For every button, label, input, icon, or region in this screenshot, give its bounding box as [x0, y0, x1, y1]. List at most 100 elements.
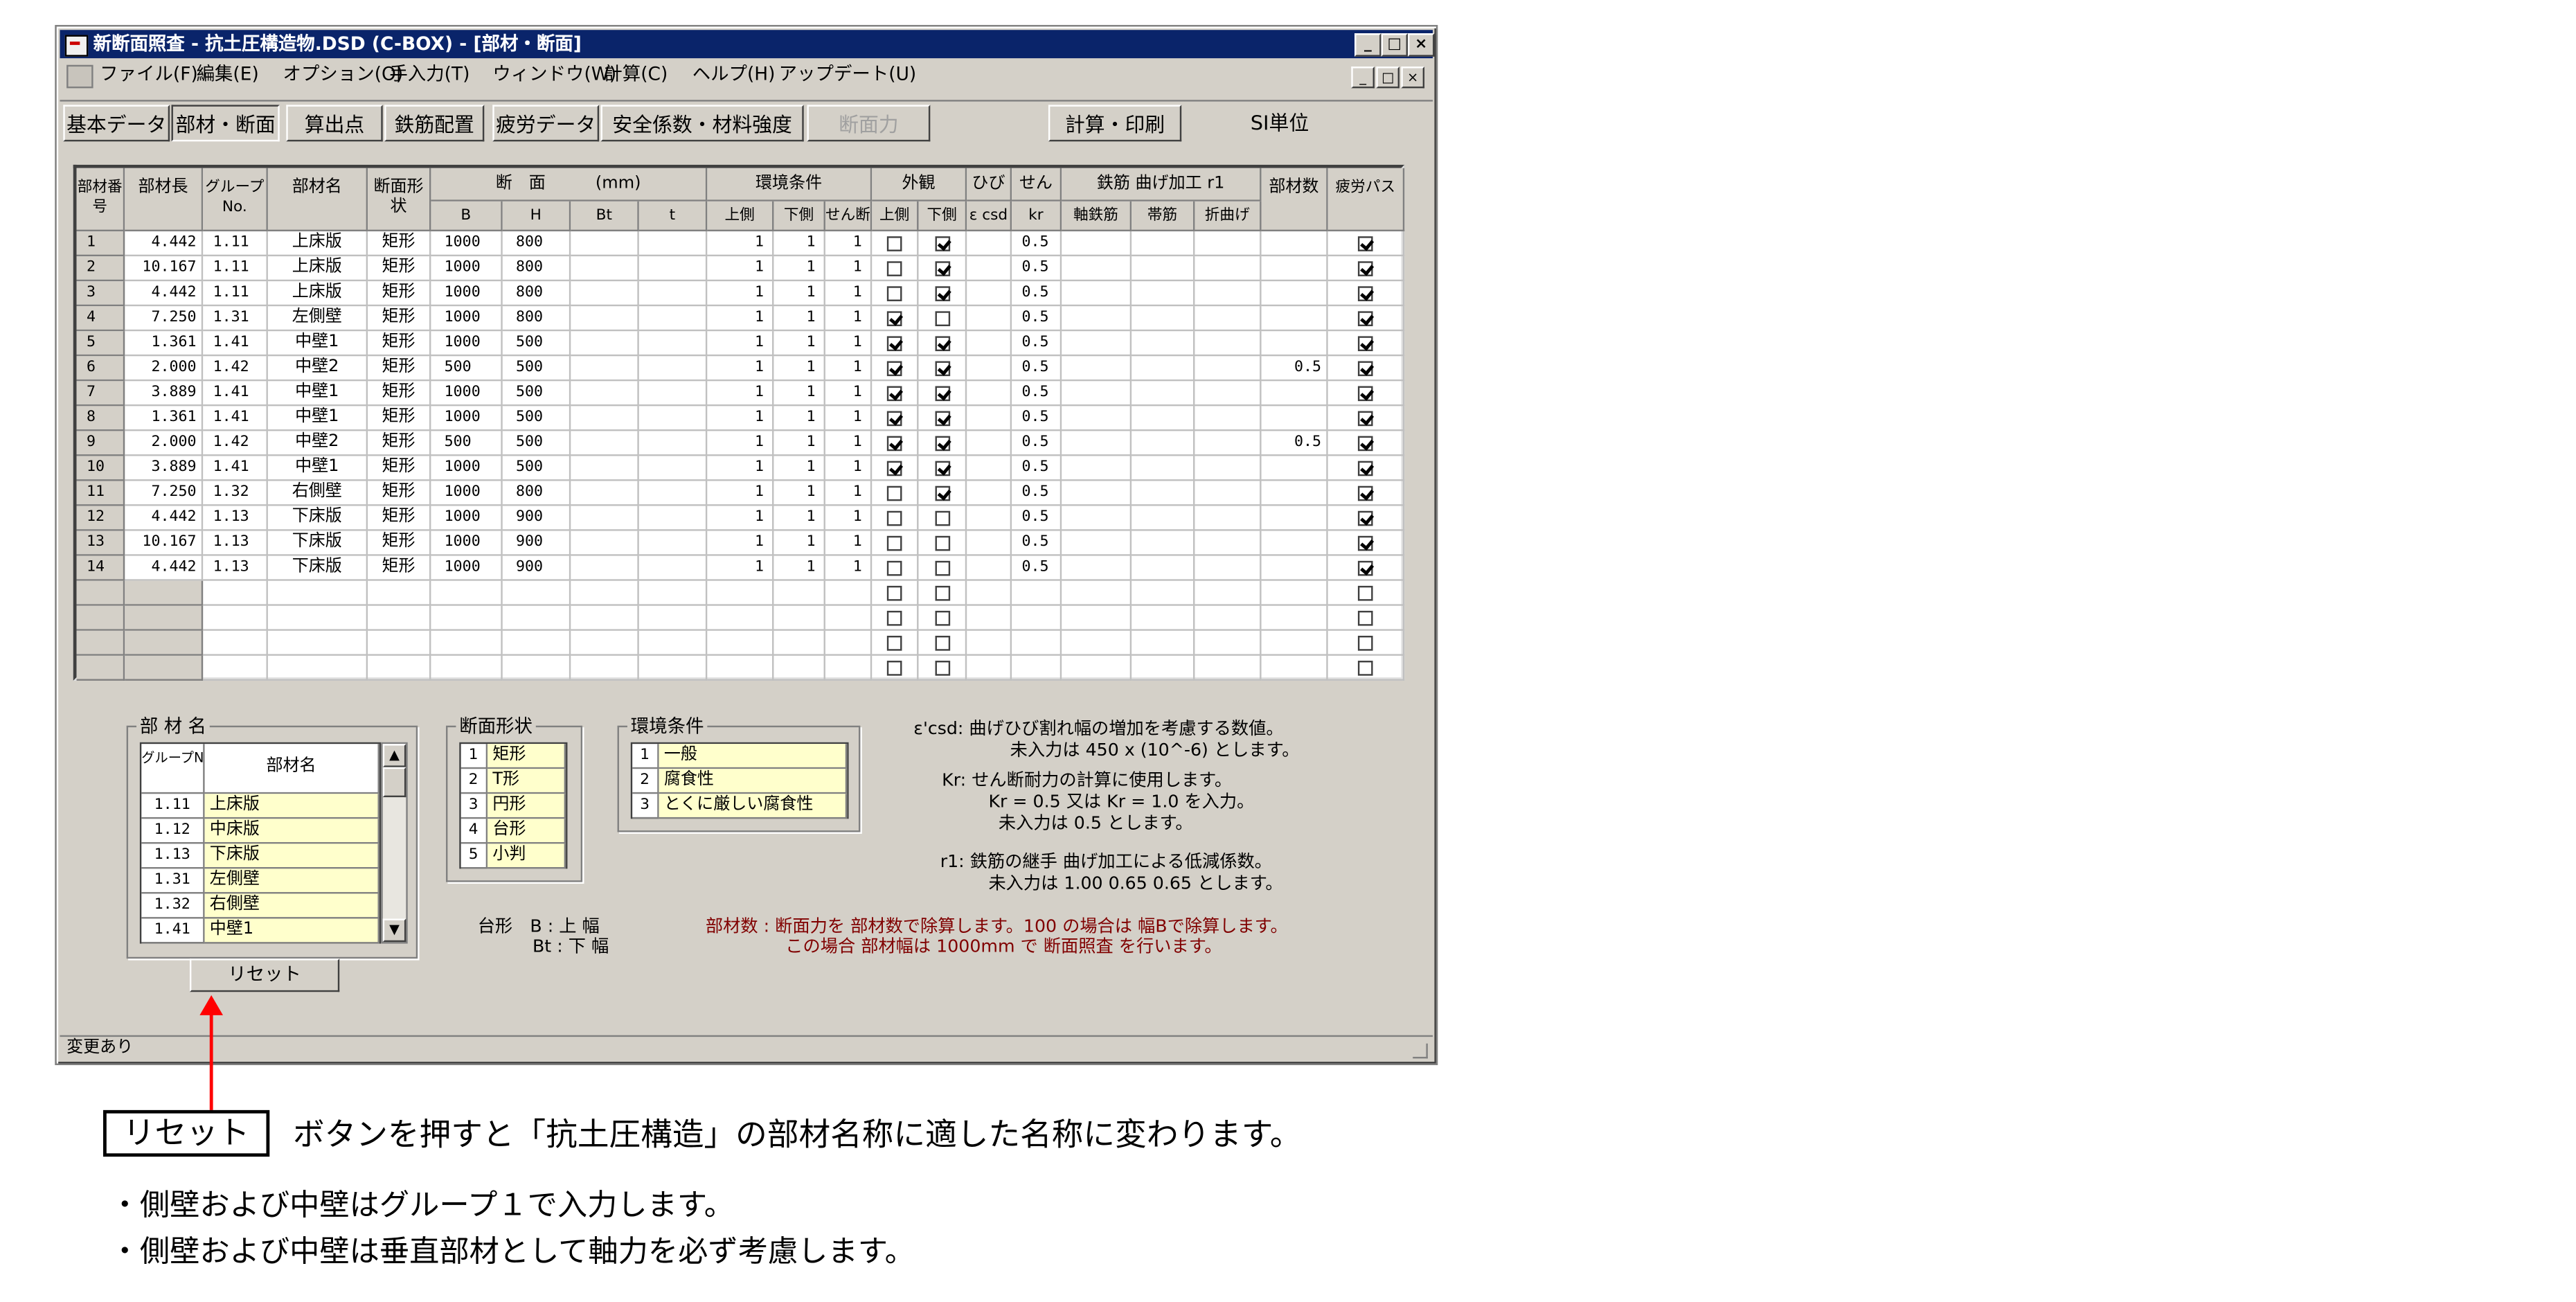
appearance-top-checkbox[interactable]	[886, 560, 902, 576]
fatigue-checkbox[interactable]	[1357, 336, 1373, 352]
table-cell[interactable]: 右側壁	[267, 481, 368, 506]
empty-cell[interactable]	[872, 630, 919, 656]
table-cell[interactable]: 上床版	[267, 281, 368, 307]
table-cell[interactable]: 中壁1	[267, 381, 368, 407]
empty-cell[interactable]	[502, 580, 571, 606]
table-cell[interactable]	[1062, 530, 1132, 556]
table-cell[interactable]: 中壁2	[267, 431, 368, 456]
table-cell[interactable]	[1327, 231, 1405, 257]
table-cell[interactable]	[571, 381, 639, 407]
table-cell[interactable]: 1	[825, 481, 873, 506]
empty-cell[interactable]	[1261, 580, 1328, 606]
table-cell[interactable]	[571, 456, 639, 481]
table-cell[interactable]: 1	[773, 456, 825, 481]
checkbox[interactable]	[886, 610, 902, 626]
table-cell[interactable]	[967, 456, 1012, 481]
table-cell[interactable]	[1327, 306, 1405, 332]
appearance-bottom-checkbox[interactable]	[935, 411, 951, 427]
table-cell[interactable]	[1327, 456, 1405, 481]
empty-cell[interactable]	[773, 655, 825, 681]
table-cell[interactable]	[638, 406, 708, 431]
table-cell[interactable]: 1.361	[125, 406, 204, 431]
appearance-bottom-checkbox[interactable]	[935, 236, 951, 251]
appearance-top-checkbox[interactable]	[886, 411, 902, 427]
table-cell[interactable]: 下床版	[267, 555, 368, 581]
table-cell[interactable]	[1195, 231, 1262, 257]
table-cell[interactable]: 1	[773, 481, 825, 506]
empty-cell[interactable]	[368, 580, 431, 606]
fatigue-checkbox[interactable]	[1357, 386, 1373, 402]
appearance-bottom-checkbox[interactable]	[935, 361, 951, 377]
table-cell[interactable]	[1261, 306, 1328, 332]
table-cell[interactable]	[872, 530, 919, 556]
table-cell[interactable]: 1	[707, 231, 774, 257]
table-cell[interactable]: 1	[773, 406, 825, 431]
table-cell[interactable]	[638, 381, 708, 407]
empty-cell[interactable]	[431, 655, 503, 681]
checkbox[interactable]	[935, 661, 951, 676]
empty-cell[interactable]	[918, 605, 967, 631]
table-cell[interactable]	[638, 306, 708, 332]
table-cell[interactable]: 1	[825, 231, 873, 257]
appearance-bottom-checkbox[interactable]	[935, 286, 951, 301]
table-cell[interactable]: 1	[825, 506, 873, 531]
table-cell[interactable]: 1	[707, 456, 774, 481]
table-cell[interactable]: 2.000	[125, 356, 204, 382]
menu-update[interactable]: アップデート(U)	[779, 60, 917, 90]
table-cell[interactable]: 1	[707, 555, 774, 581]
list-item-name[interactable]: 中壁1	[204, 918, 379, 944]
table-cell[interactable]: 1.31	[203, 306, 268, 332]
table-cell[interactable]	[638, 231, 708, 257]
table-cell[interactable]	[1132, 481, 1195, 506]
empty-cell[interactable]	[267, 630, 368, 656]
table-cell[interactable]	[872, 256, 919, 282]
table-cell[interactable]	[967, 431, 1012, 456]
empty-cell[interactable]	[267, 580, 368, 606]
table-cell[interactable]	[1132, 431, 1195, 456]
empty-cell[interactable]	[773, 580, 825, 606]
table-cell[interactable]	[918, 506, 967, 531]
table-cell[interactable]: 800	[502, 306, 571, 332]
list-item-group-no[interactable]: 1.32	[141, 893, 205, 919]
table-cell[interactable]: 左側壁	[267, 306, 368, 332]
table-cell[interactable]	[1195, 406, 1262, 431]
table-cell[interactable]	[1327, 381, 1405, 407]
table-cell[interactable]	[638, 431, 708, 456]
table-cell[interactable]: 上床版	[267, 256, 368, 282]
table-cell[interactable]: 0.5	[1261, 431, 1328, 456]
table-cell[interactable]	[1132, 231, 1195, 257]
table-cell[interactable]: 1	[825, 555, 873, 581]
table-cell[interactable]	[1195, 356, 1262, 382]
list-item-group-no[interactable]: 1.12	[141, 819, 205, 844]
table-cell[interactable]: 1	[707, 356, 774, 382]
empty-cell[interactable]	[203, 655, 268, 681]
table-cell[interactable]	[1261, 530, 1328, 556]
table-cell[interactable]: 1	[707, 431, 774, 456]
table-cell[interactable]	[638, 456, 708, 481]
table-cell[interactable]: 上床版	[267, 231, 368, 257]
appearance-bottom-checkbox[interactable]	[935, 436, 951, 452]
table-cell[interactable]	[918, 481, 967, 506]
appearance-bottom-checkbox[interactable]	[935, 461, 951, 476]
table-cell[interactable]: 7.250	[125, 306, 204, 332]
list-item-group-no[interactable]: 1.41	[141, 918, 205, 944]
table-cell[interactable]: 1	[707, 281, 774, 307]
empty-cell[interactable]	[872, 580, 919, 606]
table-cell[interactable]	[967, 281, 1012, 307]
checkbox[interactable]	[1357, 585, 1373, 601]
table-cell[interactable]: 下床版	[267, 506, 368, 531]
table-cell[interactable]	[872, 331, 919, 357]
table-cell[interactable]: 1.41	[203, 331, 268, 357]
table-cell[interactable]	[1062, 456, 1132, 481]
tab-safety-factors[interactable]: 安全係数・材料強度	[600, 105, 804, 142]
menu-manual-input[interactable]: 手入力(T)	[389, 60, 469, 90]
table-cell[interactable]: 0.5	[1012, 381, 1062, 407]
table-cell[interactable]: 1.42	[203, 431, 268, 456]
table-cell[interactable]: 矩形	[368, 281, 431, 307]
table-cell[interactable]	[1261, 481, 1328, 506]
empty-cell[interactable]	[1195, 580, 1262, 606]
table-cell[interactable]	[1062, 306, 1132, 332]
table-cell[interactable]: 1	[773, 281, 825, 307]
empty-cell[interactable]	[825, 580, 873, 606]
table-cell[interactable]: 1000	[431, 306, 503, 332]
